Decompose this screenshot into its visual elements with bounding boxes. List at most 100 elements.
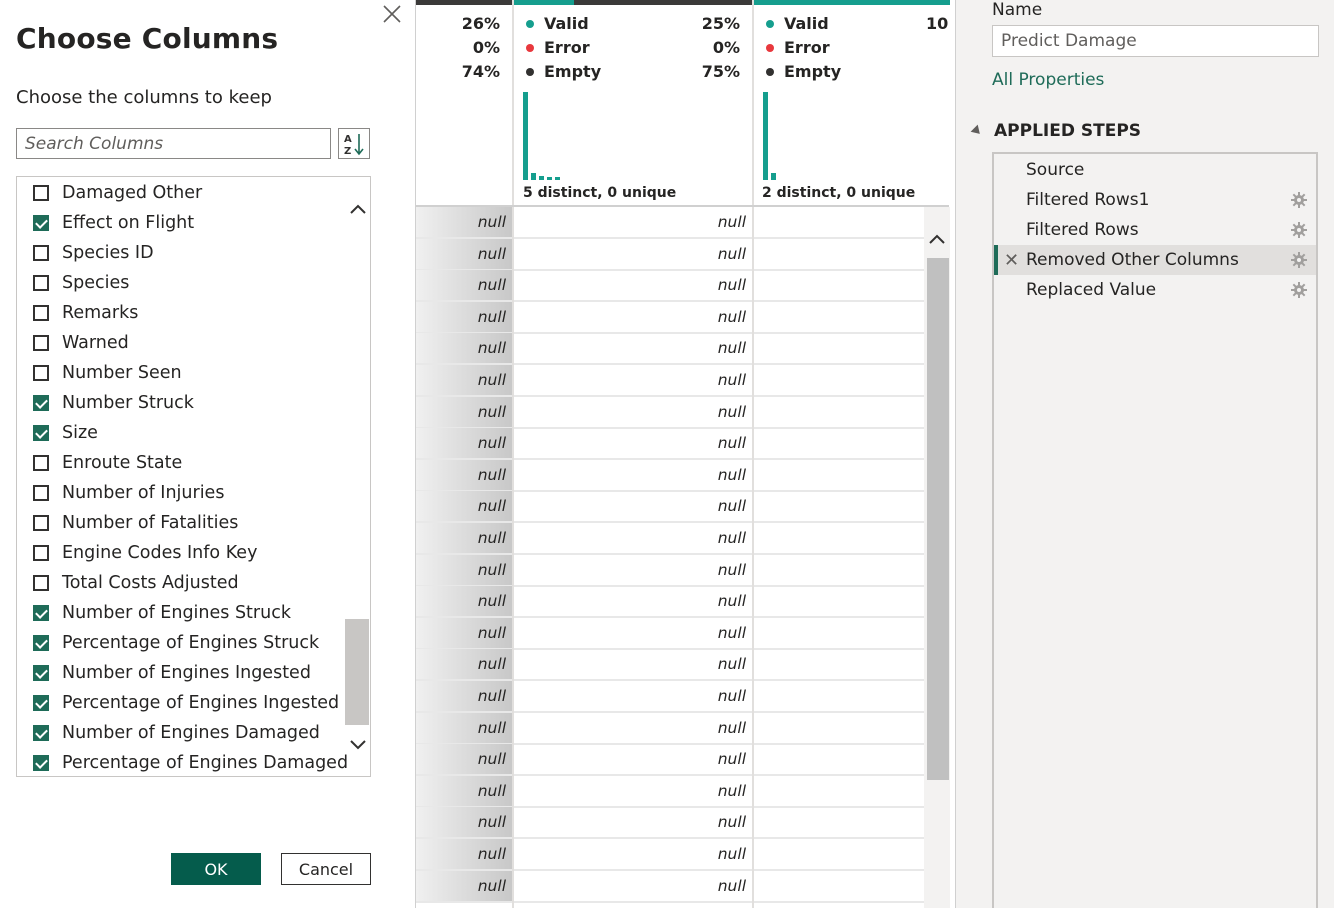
column-checkbox-item[interactable]: Enroute State [33,448,182,478]
table-cell[interactable]: null [416,744,512,774]
checkbox-unchecked[interactable] [33,305,49,321]
column-checkbox-item[interactable]: Species ID [33,238,154,268]
table-cell[interactable]: null [514,397,750,427]
checkbox-checked[interactable] [33,635,49,651]
table-cell[interactable]: null [416,333,512,363]
close-icon[interactable] [381,3,403,25]
table-cell[interactable] [754,428,926,458]
table-cell[interactable]: null [416,365,512,395]
columns-list-scrollbar[interactable] [345,177,370,776]
checkbox-unchecked[interactable] [33,545,49,561]
table-cell[interactable] [754,239,926,269]
table-cell[interactable] [754,397,926,427]
table-cell[interactable]: null [416,681,512,711]
table-cell[interactable]: null [514,555,750,585]
ok-button[interactable]: OK [171,853,261,885]
checkbox-unchecked[interactable] [33,515,49,531]
table-cell[interactable]: null [416,807,512,837]
column-checkbox-item[interactable]: Percentage of Engines Damaged [33,748,348,776]
table-cell[interactable] [754,302,926,332]
table-cell[interactable]: null [416,302,512,332]
table-cell[interactable]: null [514,649,750,679]
applied-step[interactable]: Replaced Value [994,275,1316,305]
table-cell[interactable]: null [416,428,512,458]
table-cell[interactable]: null [514,618,750,648]
table-cell[interactable] [754,681,926,711]
table-cell[interactable] [754,491,926,521]
column-checkbox-item[interactable]: Number Struck [33,388,194,418]
checkbox-checked[interactable] [33,755,49,771]
checkbox-unchecked[interactable] [33,275,49,291]
sort-az-button[interactable]: A Z [338,128,370,159]
table-cell[interactable]: null [514,681,750,711]
table-cell[interactable]: null [416,555,512,585]
table-cell[interactable] [754,713,926,743]
table-cell[interactable]: null [416,871,512,901]
table-cell[interactable] [754,839,926,869]
table-cell[interactable]: null [514,776,750,806]
table-cell[interactable]: null [416,776,512,806]
checkbox-checked[interactable] [33,665,49,681]
table-cell[interactable]: null [514,333,750,363]
column-checkbox-item[interactable]: Number of Fatalities [33,508,238,538]
table-cell[interactable]: null [514,523,750,553]
scrollbar-thumb[interactable] [927,258,949,780]
column-checkbox-item[interactable]: Total Costs Adjusted [33,568,239,598]
applied-step[interactable]: Filtered Rows [994,215,1316,245]
checkbox-checked[interactable] [33,605,49,621]
checkbox-unchecked[interactable] [33,485,49,501]
table-cell[interactable] [754,365,926,395]
checkbox-unchecked[interactable] [33,185,49,201]
table-cell[interactable]: null [416,839,512,869]
table-cell[interactable]: null [416,523,512,553]
column-checkbox-item[interactable]: Remarks [33,298,138,328]
column-checkbox-item[interactable]: Percentage of Engines Struck [33,628,319,658]
table-cell[interactable] [754,270,926,300]
applied-step[interactable]: ✕ Removed Other Columns [994,245,1316,275]
table-cell[interactable]: null [514,713,750,743]
gear-icon[interactable] [1290,221,1308,239]
table-cell[interactable]: null [416,239,512,269]
table-cell[interactable]: null [514,491,750,521]
column-checkbox-item[interactable]: Warned [33,328,129,358]
column-checkbox-item[interactable]: Number of Engines Struck [33,598,291,628]
table-cell[interactable]: null [514,207,750,237]
all-properties-link[interactable]: All Properties [992,70,1104,90]
column-checkbox-item[interactable]: Size [33,418,98,448]
column-checkbox-item[interactable]: Number of Injuries [33,478,224,508]
table-cell[interactable]: null [416,491,512,521]
table-cell[interactable] [754,333,926,363]
table-cell[interactable]: null [514,839,750,869]
gear-icon[interactable] [1290,281,1308,299]
table-cell[interactable] [754,776,926,806]
search-columns-input[interactable] [16,128,331,159]
table-cell[interactable]: null [416,270,512,300]
column-checkbox-item[interactable]: Percentage of Engines Ingested [33,688,339,718]
delete-step-icon[interactable]: ✕ [1004,250,1019,271]
table-cell[interactable]: null [514,807,750,837]
column-checkbox-item[interactable]: Damaged Other [33,178,202,208]
checkbox-checked[interactable] [33,395,49,411]
table-cell[interactable]: null [514,744,750,774]
checkbox-unchecked[interactable] [33,455,49,471]
checkbox-unchecked[interactable] [33,575,49,591]
checkbox-unchecked[interactable] [33,245,49,261]
table-cell[interactable] [754,807,926,837]
gear-icon[interactable] [1290,251,1308,269]
table-cell[interactable] [754,744,926,774]
grid-scrollbar[interactable] [924,207,950,908]
scroll-up-icon[interactable] [927,229,947,249]
checkbox-unchecked[interactable] [33,365,49,381]
checkbox-checked[interactable] [33,725,49,741]
table-cell[interactable] [754,523,926,553]
checkbox-checked[interactable] [33,425,49,441]
checkbox-unchecked[interactable] [33,335,49,351]
cancel-button[interactable]: Cancel [281,853,371,885]
scroll-up-icon[interactable] [348,199,368,219]
query-name-input[interactable] [992,25,1319,57]
table-cell[interactable]: null [514,302,750,332]
scrollbar-thumb[interactable] [345,619,369,725]
checkbox-checked[interactable] [33,215,49,231]
table-cell[interactable] [754,871,926,901]
table-cell[interactable]: null [514,365,750,395]
